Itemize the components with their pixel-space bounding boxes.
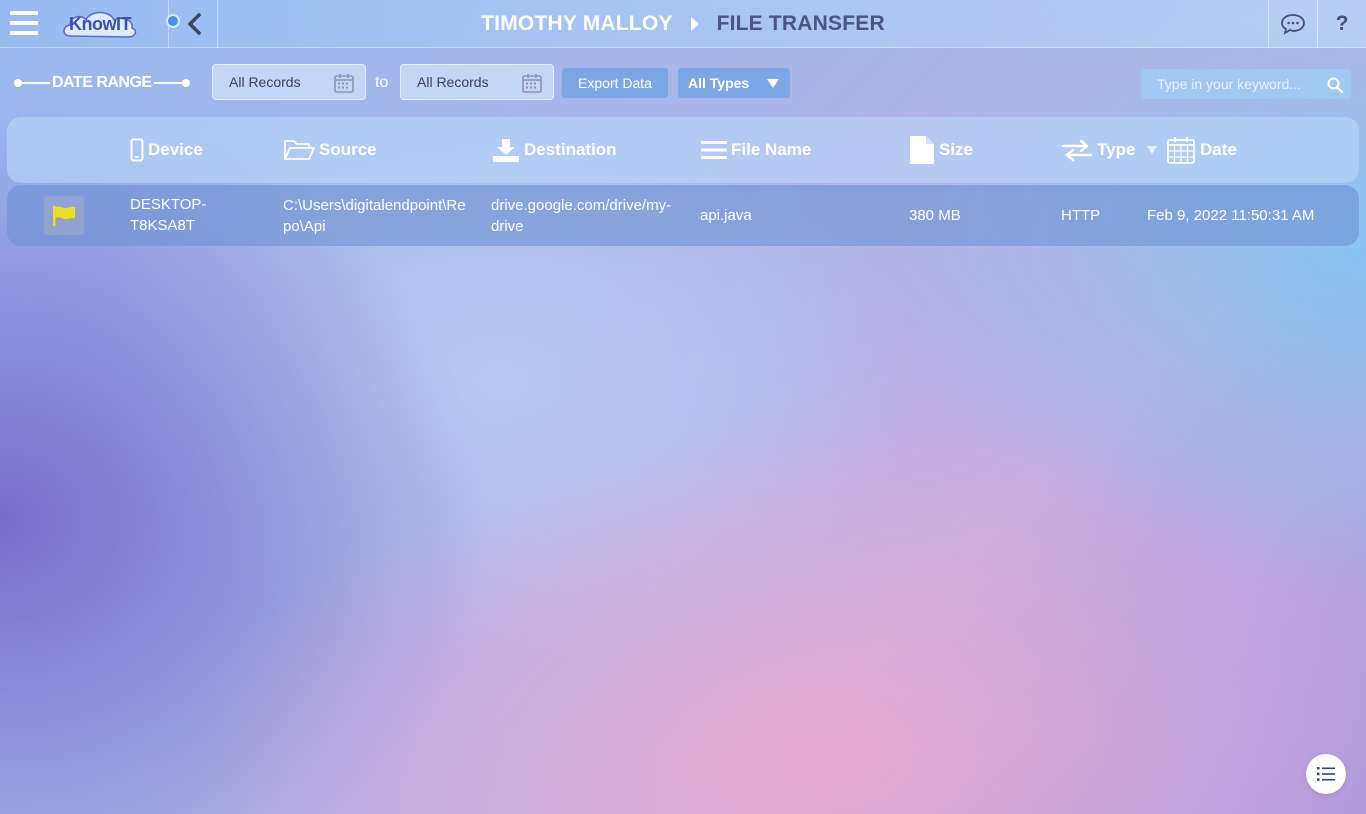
column-header-source[interactable]: Source bbox=[283, 117, 377, 183]
breadcrumb-user[interactable]: TIMOTHY MALLOY bbox=[481, 12, 672, 36]
page-title: FILE TRANSFER bbox=[716, 12, 885, 35]
header-divider bbox=[217, 0, 218, 48]
hamburger-menu-icon[interactable] bbox=[10, 11, 38, 35]
lines-icon bbox=[701, 141, 727, 159]
column-header-size[interactable]: Size bbox=[909, 117, 973, 183]
help-icon: ? bbox=[1335, 12, 1349, 35]
cell-type: HTTP bbox=[1061, 207, 1101, 224]
cell-file-name: api.java bbox=[700, 207, 752, 224]
search-icon[interactable] bbox=[1327, 77, 1343, 93]
file-icon bbox=[910, 136, 934, 164]
types-select-value: All Types bbox=[688, 75, 750, 91]
knowit-logo[interactable]: KnowIT bbox=[60, 6, 140, 42]
to-date-value: All Records bbox=[417, 74, 489, 90]
cell-source: C:\Users\digitalendpoint\Re po\Api bbox=[283, 197, 466, 235]
help-button[interactable]: ? bbox=[1318, 0, 1366, 48]
chat-button[interactable] bbox=[1269, 0, 1317, 48]
transfer-icon bbox=[1061, 139, 1093, 162]
logo-text: KnowIT bbox=[69, 13, 132, 34]
search-input[interactable] bbox=[1141, 69, 1321, 99]
cell-date: Feb 9, 2022 11:50:31 AM bbox=[1147, 207, 1315, 224]
table-row[interactable]: DESKTOP- T8KSA8T C:\Users\digitalendpoin… bbox=[7, 185, 1359, 246]
list-view-button[interactable] bbox=[1306, 754, 1346, 794]
mobile-icon bbox=[130, 138, 144, 162]
cell-size: 380 MB bbox=[909, 207, 961, 224]
from-date-value: All Records bbox=[229, 74, 301, 90]
caret-down-icon bbox=[767, 78, 780, 88]
to-date-input[interactable]: All Records bbox=[400, 64, 554, 100]
status-indicator bbox=[166, 14, 180, 28]
column-header-file-name[interactable]: File Name bbox=[701, 117, 811, 183]
column-header-date[interactable]: Date bbox=[1166, 117, 1237, 183]
date-range-label: DATE RANGE bbox=[14, 70, 190, 96]
search-box bbox=[1141, 69, 1351, 99]
from-date-input[interactable]: All Records bbox=[212, 64, 366, 100]
calendar-icon[interactable] bbox=[333, 72, 355, 94]
column-header-destination[interactable]: Destination bbox=[492, 117, 617, 183]
table-header: Device Source Destination File Name Size bbox=[7, 117, 1359, 183]
date-range-text: DATE RANGE bbox=[52, 74, 152, 91]
to-label: to bbox=[375, 74, 389, 91]
export-data-button[interactable]: Export Data bbox=[562, 68, 668, 98]
column-header-type[interactable]: Type bbox=[1061, 117, 1161, 183]
cell-device: DESKTOP- T8KSA8T bbox=[130, 196, 207, 234]
calendar-icon[interactable] bbox=[521, 72, 543, 94]
flag-icon bbox=[53, 205, 75, 226]
chevron-left-icon[interactable] bbox=[185, 12, 205, 36]
flag-button[interactable] bbox=[44, 196, 84, 235]
types-select[interactable]: All Types bbox=[678, 68, 790, 98]
app-header: KnowIT TIMOTHY MALLOY FILE TRANSFER ? bbox=[0, 0, 1366, 48]
breadcrumb-arrow-icon bbox=[690, 17, 699, 31]
folder-icon bbox=[284, 140, 315, 160]
calendar-icon bbox=[1167, 137, 1195, 164]
chat-bubble-icon bbox=[1281, 14, 1305, 35]
column-header-device[interactable]: Device bbox=[130, 117, 203, 183]
list-icon bbox=[1317, 767, 1335, 781]
cell-destination: drive.google.com/drive/my- drive bbox=[491, 197, 672, 235]
sort-down-icon[interactable] bbox=[1147, 146, 1158, 154]
download-icon bbox=[493, 139, 519, 162]
